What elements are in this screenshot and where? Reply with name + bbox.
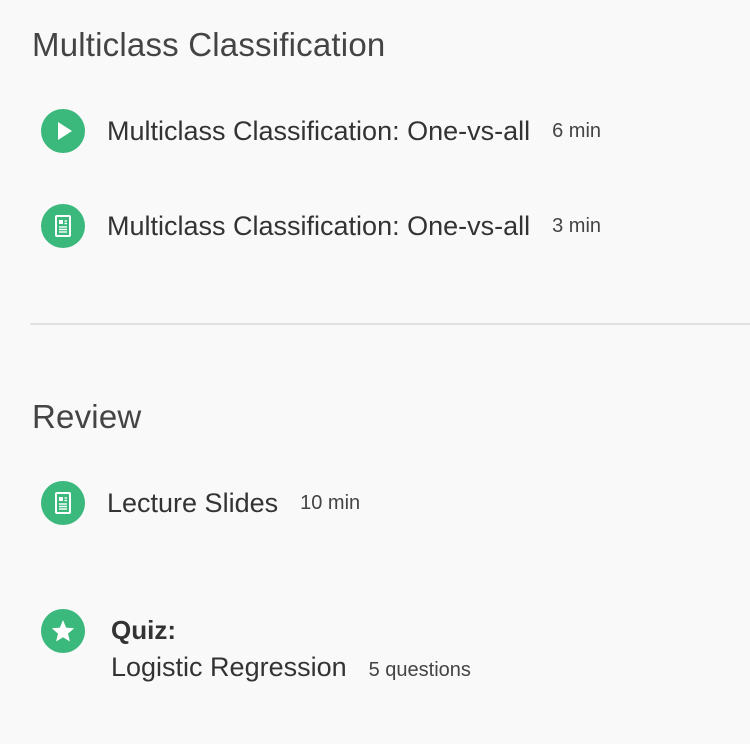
lesson-duration: 6 min	[552, 119, 602, 142]
lesson-label: Multiclass Classification: One-vs-all	[107, 210, 531, 241]
section-divider	[30, 323, 750, 325]
play-icon	[41, 109, 85, 153]
lesson-duration: 10 min	[300, 491, 361, 514]
quiz-item[interactable]: Quiz: Logistic Regression 5 questions	[41, 609, 471, 683]
quiz-title: Logistic Regression	[111, 652, 347, 683]
quiz-question-count: 5 questions	[368, 659, 471, 682]
reading-icon	[41, 204, 85, 248]
lesson-label: Multiclass Classification: One-vs-all	[107, 115, 531, 146]
lesson-label: Lecture Slides	[107, 487, 279, 518]
lesson-duration: 3 min	[552, 214, 602, 237]
section-title-review: Review	[32, 398, 142, 435]
quiz-text: Quiz: Logistic Regression 5 questions	[111, 615, 471, 683]
lesson-item-lecture-slides[interactable]: Lecture Slides 10 min	[41, 481, 360, 525]
quiz-row: Logistic Regression 5 questions	[111, 652, 471, 683]
reading-icon	[41, 481, 85, 525]
lesson-item-reading[interactable]: Multiclass Classification: One-vs-all 3 …	[41, 204, 601, 248]
star-icon	[41, 609, 85, 653]
quiz-kind-label: Quiz:	[111, 615, 176, 645]
section-title-multiclass: Multiclass Classification	[32, 26, 386, 63]
lesson-item-video[interactable]: Multiclass Classification: One-vs-all 6 …	[41, 109, 601, 153]
